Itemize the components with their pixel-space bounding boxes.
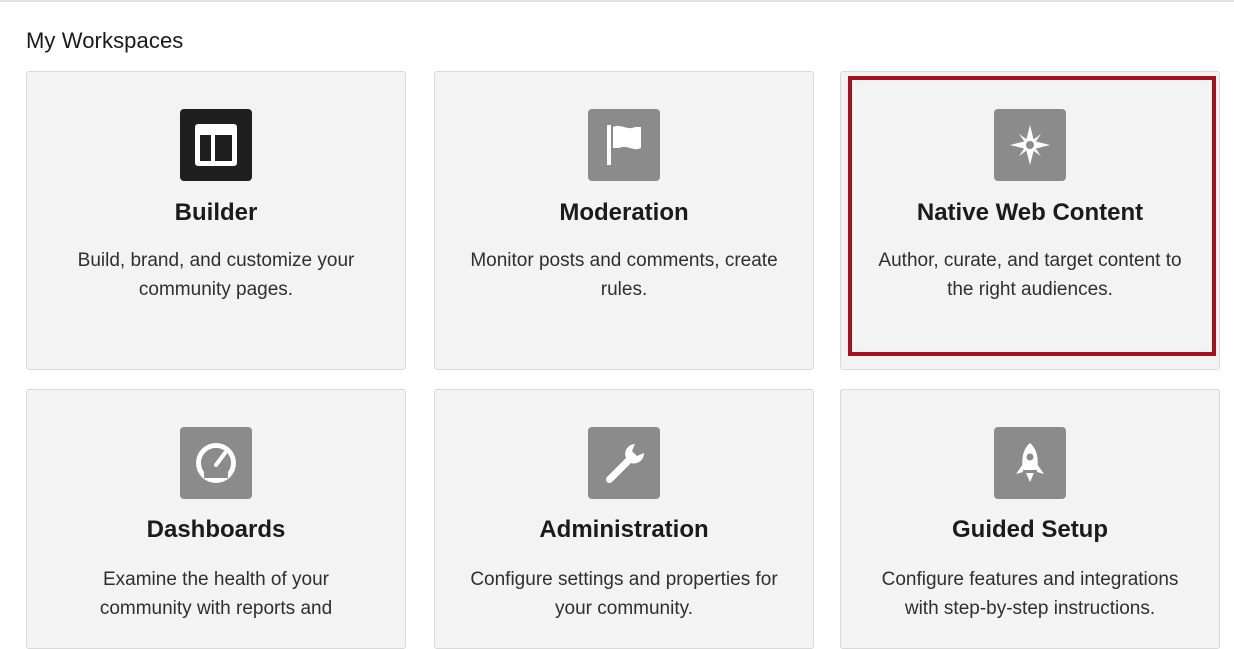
wrench-icon <box>588 427 660 499</box>
card-title: Guided Setup <box>952 516 1108 543</box>
card-description: Examine the health of your community wit… <box>99 569 333 619</box>
card-description: Configure settings and properties for yo… <box>470 569 778 619</box>
workspace-card-moderation[interactable]: Moderation Monitor posts and comments, c… <box>434 71 814 370</box>
workspace-card-dashboards[interactable]: Dashboards Examine the health of your co… <box>26 389 406 649</box>
card-description: Build, brand, and customize your communi… <box>77 250 355 300</box>
builder-layout-icon <box>180 109 252 181</box>
workspace-card-native-web-content[interactable]: Native Web Content Author, curate, and t… <box>840 71 1220 370</box>
workspaces-page: My Workspaces Builder Build, brand, and … <box>0 0 1234 649</box>
card-title: Moderation <box>559 199 689 226</box>
workspace-card-guided-setup[interactable]: Guided Setup Configure features and inte… <box>840 389 1220 649</box>
workspace-card-builder[interactable]: Builder Build, brand, and customize your… <box>26 71 406 370</box>
rocket-icon <box>994 427 1066 499</box>
card-description: Configure features and integrations with… <box>881 569 1179 619</box>
card-title: Builder <box>174 199 258 226</box>
card-description: Monitor posts and comments, create rules… <box>470 250 778 300</box>
card-title: Administration <box>539 516 709 543</box>
card-title: Dashboards <box>146 516 286 543</box>
gauge-icon <box>180 427 252 499</box>
flag-icon <box>588 109 660 181</box>
page-title: My Workspaces <box>26 28 184 53</box>
card-description: Author, curate, and target content to th… <box>878 250 1182 300</box>
card-title: Native Web Content <box>916 199 1144 226</box>
compass-icon <box>994 109 1066 181</box>
workspace-card-administration[interactable]: Administration Configure settings and pr… <box>434 389 814 649</box>
